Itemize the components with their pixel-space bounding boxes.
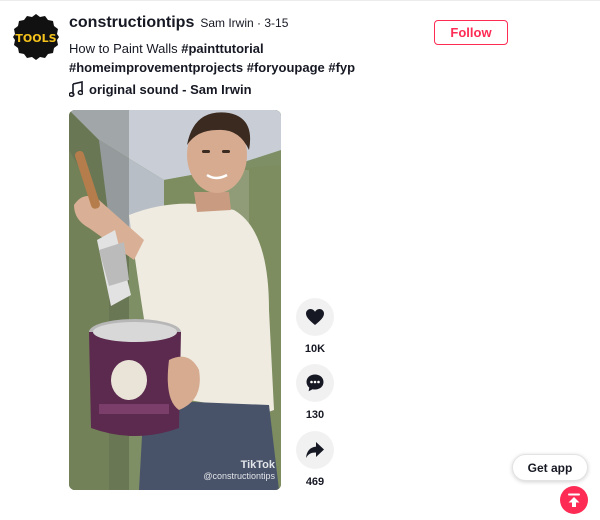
hashtag-link[interactable]: #fyp (328, 60, 355, 75)
hashtag-link[interactable]: #foryoupage (247, 60, 325, 75)
comment-count: 130 (305, 409, 325, 421)
top-divider (0, 0, 600, 1)
share-count: 469 (305, 476, 325, 488)
avatar-label: TOOLS (15, 32, 56, 45)
post-description: How to Paint Walls #painttutorial #homei… (69, 39, 419, 77)
comment-icon (306, 374, 324, 392)
comment-button[interactable] (296, 364, 334, 402)
avatar[interactable]: TOOLS (12, 13, 60, 61)
video-watermark: TikTok @constructiontips (203, 460, 275, 482)
arrow-up-icon (568, 493, 580, 507)
sound-name: original sound - Sam Irwin (89, 81, 252, 97)
comment-action: 130 (296, 364, 334, 421)
watermark-handle: @constructiontips (203, 471, 275, 481)
avatar-badge-icon: TOOLS (13, 14, 59, 60)
like-button[interactable] (296, 298, 334, 336)
hashtag-link[interactable]: #painttutorial (181, 41, 263, 56)
music-note-icon (69, 81, 83, 97)
nickname-date: Sam Irwin · 3-15 (200, 16, 289, 30)
like-action: 10K (296, 298, 334, 355)
scroll-to-top-button[interactable] (560, 486, 588, 514)
share-icon (306, 442, 324, 458)
share-button[interactable] (296, 431, 334, 469)
video-frame (69, 110, 281, 490)
video-player[interactable]: TikTok @constructiontips (69, 110, 281, 490)
share-action: 469 (296, 431, 334, 488)
watermark-brand: TikTok (240, 459, 275, 471)
username-link[interactable]: constructiontips (69, 14, 194, 32)
heart-icon (306, 309, 324, 325)
author-line: constructiontips Sam Irwin · 3-15 (69, 14, 288, 36)
like-count: 10K (304, 343, 326, 355)
get-app-button[interactable]: Get app (512, 454, 588, 481)
follow-button[interactable]: Follow (434, 20, 508, 45)
hashtag-link[interactable]: #homeimprovementprojects (69, 60, 243, 75)
sound-link[interactable]: original sound - Sam Irwin (69, 80, 252, 98)
description-text: How to Paint Walls (69, 41, 182, 56)
